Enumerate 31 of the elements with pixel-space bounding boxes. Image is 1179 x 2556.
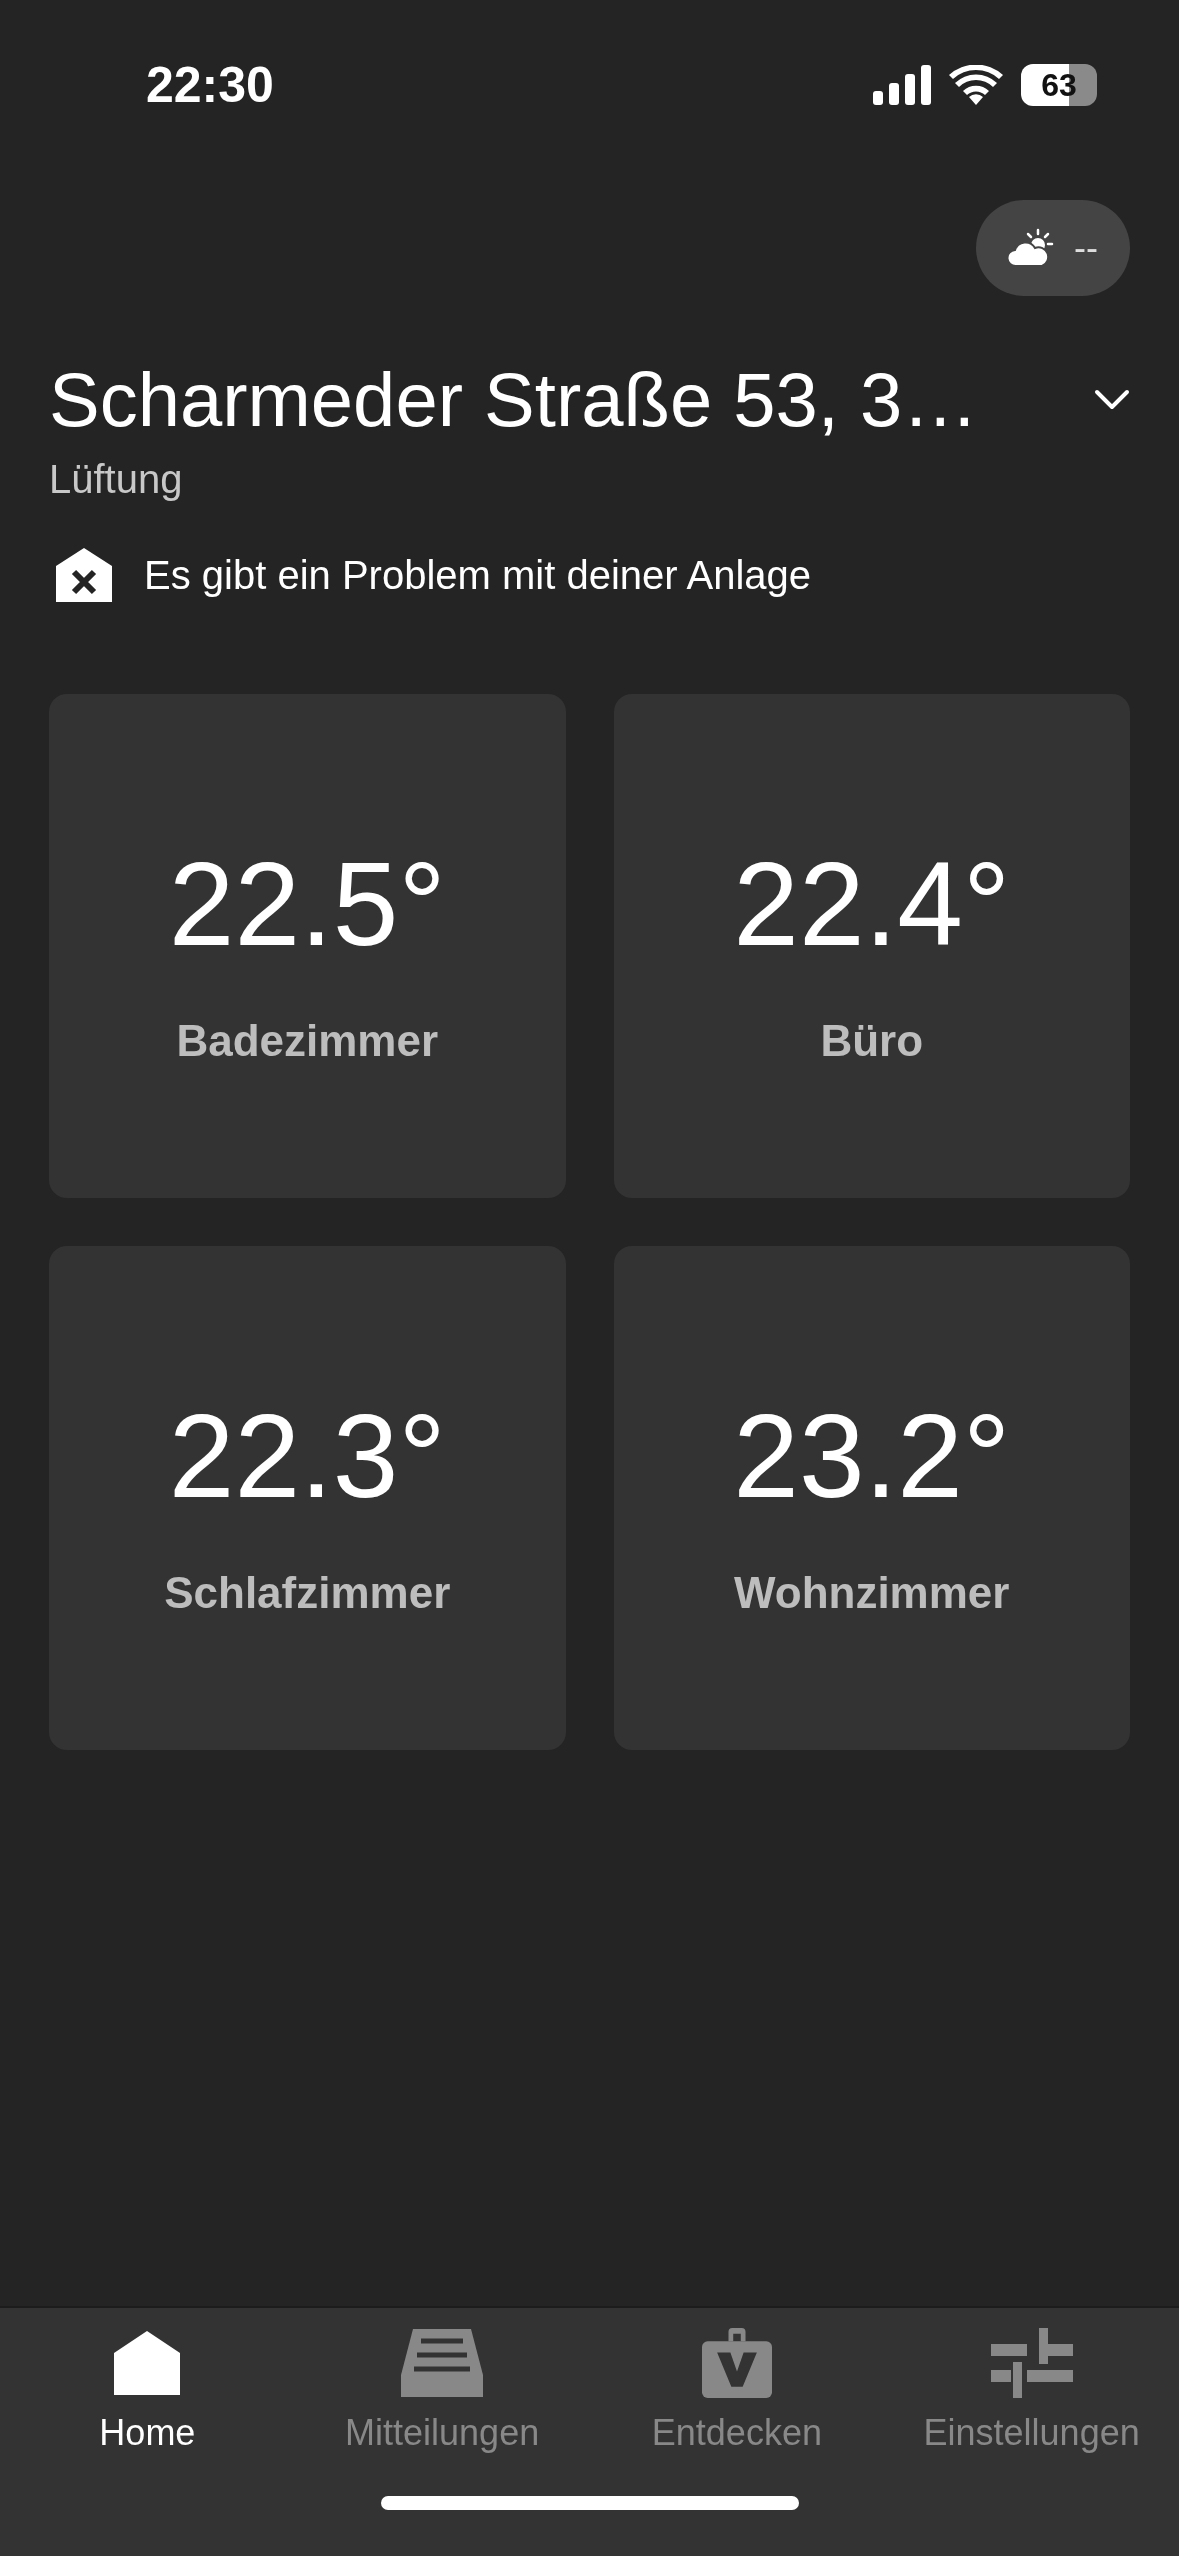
signal-icon: [873, 65, 931, 105]
alert-message: Es gibt ein Problem mit deiner Anlage: [144, 552, 812, 598]
tab-item[interactable]: Home: [0, 2328, 295, 2454]
tab-item[interactable]: Entdecken: [589, 2328, 885, 2454]
room-name: Badezimmer: [176, 1016, 439, 1066]
chevron-down-icon[interactable]: [1094, 388, 1130, 411]
room-card[interactable]: 22.3° Schlafzimmer: [49, 1246, 566, 1750]
tab-item[interactable]: Mitteilungen: [294, 2328, 590, 2454]
battery-indicator: 63: [1021, 64, 1097, 106]
system-subtitle: Lüftung: [49, 457, 184, 502]
cloud-sun-icon: [1008, 228, 1054, 268]
room-temperature: 22.5°: [168, 837, 446, 972]
room-temperature: 23.2°: [733, 1389, 1011, 1524]
address-title: Scharmeder Straße 53, 3…: [49, 356, 979, 443]
room-name: Büro: [820, 1016, 924, 1066]
room-card[interactable]: 22.5° Badezimmer: [49, 694, 566, 1198]
room-temperature: 22.3°: [168, 1389, 446, 1524]
sliders-icon: [990, 2328, 1073, 2398]
status-time: 22:30: [146, 56, 274, 114]
shopping-bag-icon: [699, 2328, 774, 2398]
weather-button[interactable]: --: [976, 200, 1130, 296]
house-icon: [114, 2328, 181, 2398]
room-card[interactable]: 22.4° Büro: [613, 694, 1130, 1198]
room-temperature: 22.4°: [733, 837, 1011, 972]
wifi-icon: [949, 65, 1003, 105]
tray-icon: [401, 2328, 484, 2398]
house-error-icon: [56, 548, 112, 602]
room-name: Schlafzimmer: [164, 1568, 451, 1618]
tab-item[interactable]: Einstellungen: [884, 2328, 1179, 2454]
room-name: Wohnzimmer: [734, 1568, 1010, 1618]
room-card[interactable]: 23.2° Wohnzimmer: [613, 1246, 1130, 1750]
